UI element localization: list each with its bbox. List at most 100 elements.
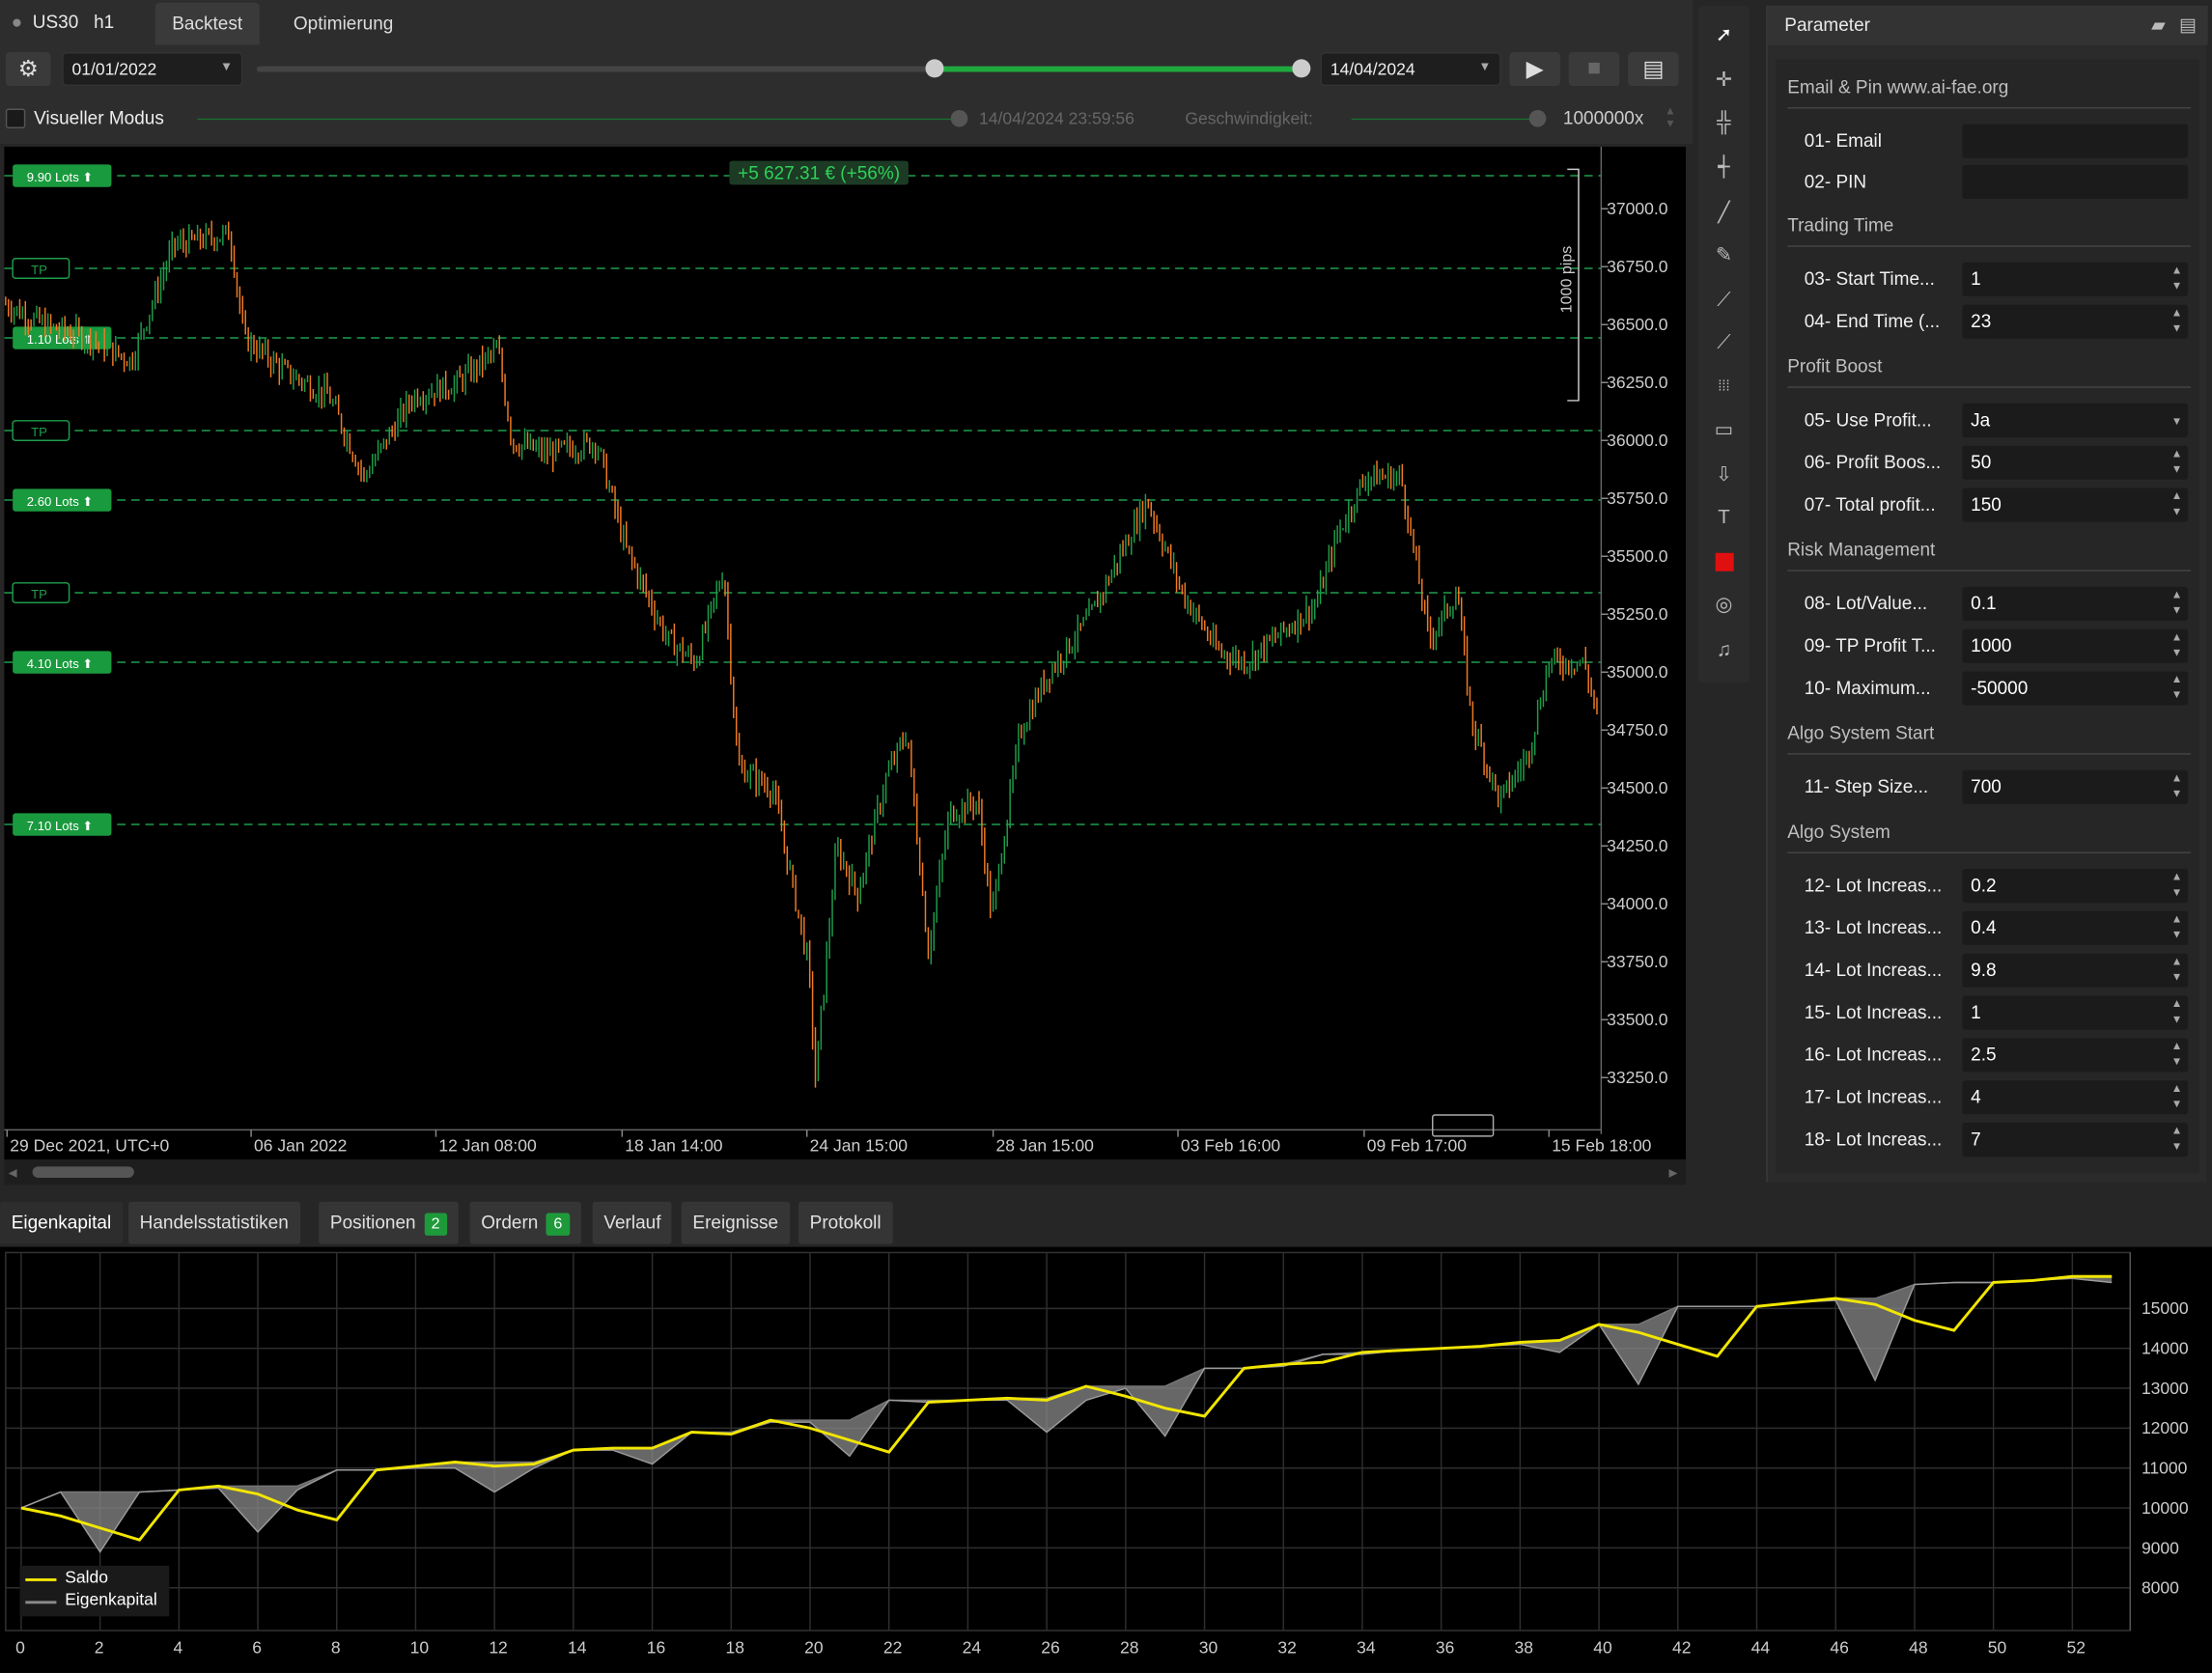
equity-y-tick: 9000 [2142, 1538, 2179, 1557]
bottom-tab-ereignisse[interactable]: Ereignisse [681, 1201, 790, 1244]
settings-gear-icon[interactable]: ⚙ [5, 52, 51, 87]
spinner-icon[interactable]: ▲ ▼ [2171, 263, 2183, 293]
equity-x-tick: 52 [2067, 1637, 2086, 1657]
price-tick: 33750.0 [1607, 952, 1668, 971]
dropdown-chevron-icon[interactable]: ▼ [2171, 413, 2183, 429]
bottom-tab-verlauf[interactable]: Verlauf [592, 1201, 673, 1244]
speed-spinner-icon[interactable]: ▲ ▼ [1665, 104, 1676, 129]
lot-label: 4.10 Lots ⬆ [27, 656, 94, 671]
param-value: 23 [1971, 310, 1992, 332]
end-date-select[interactable]: 14/04/2024 ▼ [1320, 52, 1501, 87]
start-date-select[interactable]: 01/01/2022 ▼ [62, 52, 243, 87]
equity-y-tick: 8000 [2142, 1578, 2179, 1598]
param-input[interactable]: Ja ▼ [1962, 403, 2189, 437]
param-input[interactable]: 0.2 ▲ ▼ [1962, 869, 2189, 904]
parameter-panel: Parameter ▰ ▤ Email & Pin www.ai-fae.org… [1766, 5, 2208, 1183]
legend-eigenkapital: Eigenkapital [65, 1589, 157, 1610]
param-input[interactable]: 1 ▲ ▼ [1962, 262, 2189, 296]
param-input[interactable]: 23 ▲ ▼ [1962, 304, 2189, 339]
save-icon[interactable]: ▤ [1628, 52, 1679, 87]
parameter-list: Email & Pin www.ai-fae.org 01- Email 02- P… [1776, 59, 2199, 1174]
price-chart[interactable]: 9.90 Lots ⬆ TP 1.10 Lots ⬆ TP 2.60 Lots ⬆ TP 4… [4, 146, 1687, 1160]
slider-end-handle[interactable] [1292, 59, 1311, 78]
spinner-icon[interactable]: ▲ ▼ [2171, 1123, 2183, 1154]
chart-nav-marker[interactable] [1432, 1114, 1495, 1137]
speed-slider[interactable] [1351, 118, 1535, 121]
param-input[interactable]: 9.8 ▲ ▼ [1962, 953, 2189, 988]
bottom-tab-positionen[interactable]: Positionen 2 [319, 1201, 459, 1244]
alert-bell-icon[interactable]: ♫ [1710, 634, 1738, 662]
spinner-icon[interactable]: ▲ ▼ [2171, 671, 2183, 702]
text-icon[interactable]: T [1710, 502, 1738, 530]
visual-mode-checkbox[interactable] [5, 108, 26, 128]
scroll-thumb[interactable] [32, 1166, 134, 1179]
spinner-icon[interactable]: ▲ ▼ [2171, 911, 2183, 942]
pitchfork-icon[interactable]: ⟋ [1710, 327, 1738, 355]
cursor-icon[interactable]: ➚ [1710, 19, 1738, 47]
stop-icon[interactable]: ■ [1568, 52, 1620, 87]
equity-x-tick: 20 [804, 1637, 824, 1657]
price-tick: 35250.0 [1607, 604, 1668, 624]
arrow-down-icon[interactable]: ⇩ [1710, 460, 1738, 488]
param-input[interactable]: -50000 ▲ ▼ [1962, 671, 2189, 706]
speed-handle[interactable] [1528, 109, 1547, 127]
crosshair-tick-icon[interactable]: ╬ [1710, 107, 1738, 135]
param-label: 16- Lot Increas... [1804, 1044, 1943, 1066]
slider-start-handle[interactable] [925, 59, 944, 78]
param-input[interactable] [1962, 164, 2189, 200]
spinner-icon[interactable]: ▲ ▼ [2171, 869, 2183, 900]
equity-x-tick: 46 [1830, 1637, 1848, 1657]
tab-backtest[interactable]: Backtest [154, 2, 260, 45]
spinner-icon[interactable]: ▲ ▼ [2171, 587, 2183, 618]
param-input[interactable]: 50 ▲ ▼ [1962, 445, 2189, 480]
price-tick: 33500.0 [1607, 1010, 1668, 1029]
spinner-icon[interactable]: ▲ ▼ [2171, 1038, 2183, 1069]
spinner-icon[interactable]: ▲ ▼ [2171, 954, 2183, 985]
param-label: 09- TP Profit T... [1804, 634, 1936, 656]
param-input[interactable]: 0.1 ▲ ▼ [1962, 586, 2189, 621]
crosshair-icon[interactable]: ✛ [1710, 65, 1738, 93]
param-input[interactable]: 1000 ▲ ▼ [1962, 628, 2189, 663]
folder-icon[interactable]: ▰ [2151, 6, 2166, 45]
spinner-icon[interactable]: ▲ ▼ [2171, 446, 2183, 477]
param-value: 0.2 [1971, 874, 1997, 896]
price-tick: 35000.0 [1607, 662, 1668, 682]
fib-icon[interactable]: ⟋ [1710, 285, 1738, 313]
trend-line-icon[interactable]: ╱ [1710, 198, 1738, 226]
bottom-tab-handelsstatistiken[interactable]: Handelsstatistiken [127, 1201, 300, 1244]
period-slider[interactable] [256, 59, 1311, 78]
replay-handle[interactable] [950, 109, 968, 127]
bottom-tab-protokoll[interactable]: Protokoll [798, 1201, 893, 1244]
price-chart-svg[interactable]: 9.90 Lots ⬆TP1.10 Lots ⬆TP2.60 Lots ⬆TP4… [4, 146, 1686, 1159]
param-input[interactable]: 700 ▲ ▼ [1962, 769, 2189, 804]
play-icon[interactable]: ▶ [1509, 52, 1560, 87]
bottom-tab-eigenkapital[interactable]: Eigenkapital [0, 1201, 123, 1244]
spinner-icon[interactable]: ▲ ▼ [2171, 996, 2183, 1027]
save-params-icon[interactable]: ▤ [2179, 6, 2197, 45]
camera-icon[interactable]: ◎ [1710, 590, 1738, 618]
bottom-tab-ordern[interactable]: Ordern 6 [469, 1201, 581, 1244]
count-badge: 2 [424, 1213, 447, 1236]
param-input[interactable]: 2.5 ▲ ▼ [1962, 1038, 2189, 1073]
rectangle-icon[interactable]: ▭ [1710, 415, 1738, 443]
param-label: 13- Lot Increas... [1804, 916, 1943, 938]
levels-icon[interactable]: ⁞⁞⁞ [1710, 373, 1738, 401]
spinner-icon[interactable]: ▲ ▼ [2171, 1080, 2183, 1111]
param-label: 01- Email [1804, 129, 1882, 152]
spinner-icon[interactable]: ▲ ▼ [2171, 305, 2183, 336]
param-input[interactable] [1962, 124, 2189, 158]
spinner-icon[interactable]: ▲ ▼ [2171, 770, 2183, 801]
pencil-icon[interactable]: ✎ [1710, 239, 1738, 267]
color-icon[interactable] [1710, 547, 1738, 575]
param-input[interactable]: 7 ▲ ▼ [1962, 1123, 2189, 1157]
param-input[interactable]: 150 ▲ ▼ [1962, 488, 2189, 522]
param-input[interactable]: 0.4 ▲ ▼ [1962, 910, 2189, 945]
param-input[interactable]: 1 ▲ ▼ [1962, 995, 2189, 1030]
spinner-icon[interactable]: ▲ ▼ [2171, 629, 2183, 660]
chart-scrollbar[interactable]: ◀ ▶ [4, 1159, 1687, 1185]
tab-optimierung[interactable]: Optimierung [276, 3, 410, 45]
spinner-icon[interactable]: ▲ ▼ [2171, 488, 2183, 519]
param-input[interactable]: 4 ▲ ▼ [1962, 1080, 2189, 1115]
measure-icon[interactable]: ┽ [1710, 153, 1738, 181]
replay-progress[interactable] [197, 118, 960, 121]
